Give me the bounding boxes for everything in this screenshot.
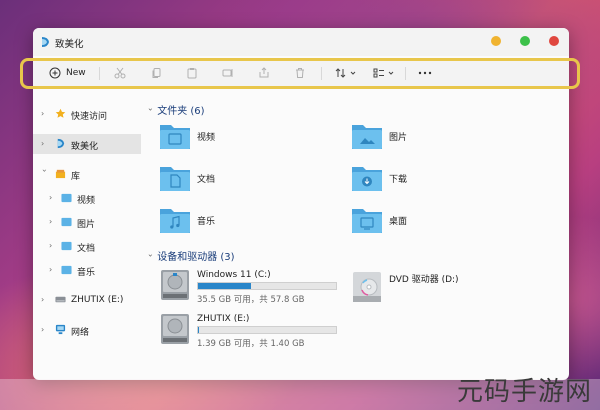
chevron-right-icon: ›	[49, 193, 53, 202]
chevron-right-icon: ›	[49, 217, 53, 226]
library-icon	[55, 169, 66, 179]
download-folder-icon	[352, 167, 382, 191]
hard-drive-icon	[161, 314, 189, 344]
minimize-button[interactable]	[491, 36, 501, 46]
chevron-right-icon: ›	[41, 325, 45, 334]
drive-item-dvd[interactable]: DVD 驱动器 (D:)	[351, 270, 551, 310]
sidebar-item-pictures[interactable]: › 图片	[33, 212, 141, 232]
drive-usage-bar	[197, 282, 337, 290]
chevron-down-icon: ›	[146, 253, 156, 258]
folder-item-music[interactable]: 音乐	[159, 205, 319, 241]
close-button[interactable]	[549, 36, 559, 46]
chevron-right-icon: ›	[49, 265, 53, 274]
drive-icon	[55, 296, 66, 303]
folder-label: 下载	[389, 175, 408, 185]
folder-item-desktop[interactable]: 桌面	[351, 205, 511, 241]
chevron-right-icon: ›	[41, 109, 45, 118]
window-title: 致美化	[55, 39, 84, 50]
navigation-pane: › 快速访问 › 致美化 › 库 › 视频 › 图片 › 文档 › 音乐 › Z…	[33, 90, 143, 380]
sidebar-label: 快速访问	[71, 112, 108, 122]
document-folder-icon	[160, 167, 190, 191]
desktop-folder-icon	[352, 209, 382, 233]
drive-space-info: 35.5 GB 可用，共 57.8 GB	[197, 295, 305, 305]
drive-name: ZHUTIX (E:)	[197, 314, 250, 324]
sidebar-label: 致美化	[71, 142, 99, 152]
folders-section-title: 文件夹 (6)	[157, 106, 205, 117]
chevron-right-icon: ›	[49, 241, 53, 250]
folder-label: 视频	[197, 133, 216, 143]
sidebar-label: 网络	[71, 328, 90, 338]
watermark-logo: 元码手游网	[456, 377, 592, 407]
sidebar-item-network[interactable]: › 网络	[33, 320, 141, 340]
sidebar-label: ZHUTIX (E:)	[71, 295, 124, 305]
drive-usage-fill	[198, 327, 199, 333]
maximize-button[interactable]	[520, 36, 530, 46]
watermark-overlay: 元码手游网	[0, 367, 600, 410]
chevron-down-icon: ›	[146, 107, 156, 112]
folder-icon	[61, 265, 72, 275]
folder-item-pictures[interactable]: 图片	[351, 121, 511, 157]
picture-folder-icon	[352, 125, 382, 149]
sidebar-label: 文档	[77, 244, 96, 254]
drive-usage-fill	[198, 283, 252, 289]
sidebar-item-music[interactable]: › 音乐	[33, 260, 141, 280]
video-folder-icon	[160, 125, 190, 149]
chevron-down-icon: ›	[40, 169, 49, 173]
content-pane: › 文件夹 (6) 视频 图片 文档 下载 音乐 桌面 › 设备和驱动器 (3)…	[145, 90, 569, 380]
folder-item-documents[interactable]: 文档	[159, 163, 319, 199]
app-icon	[42, 37, 49, 47]
command-bar-highlight	[20, 58, 580, 89]
chevron-right-icon: ›	[41, 295, 45, 304]
drives-section-header[interactable]: › 设备和驱动器 (3)	[146, 248, 235, 263]
window-controls	[491, 36, 559, 46]
folder-icon	[61, 241, 72, 251]
sidebar-item-zhutix-drive[interactable]: › ZHUTIX (E:)	[33, 290, 141, 310]
network-icon	[55, 324, 66, 335]
app-icon	[57, 138, 65, 149]
sidebar-label: 视频	[77, 196, 96, 206]
folder-icon	[61, 193, 72, 203]
sidebar-label: 图片	[77, 220, 96, 230]
title-bar: 致美化	[33, 28, 569, 56]
star-icon	[55, 108, 66, 118]
music-folder-icon	[160, 209, 190, 233]
sidebar-item-documents[interactable]: › 文档	[33, 236, 141, 256]
sidebar-label: 音乐	[77, 268, 96, 278]
folder-label: 图片	[389, 133, 408, 143]
drive-usage-bar	[197, 326, 337, 334]
sidebar-item-libraries[interactable]: › 库	[33, 164, 141, 184]
drive-name: Windows 11 (C:)	[197, 270, 271, 280]
folder-label: 音乐	[197, 217, 216, 227]
folder-icon	[61, 217, 72, 227]
sidebar-label: 库	[71, 172, 81, 182]
dvd-drive-icon	[353, 272, 381, 302]
drive-name: DVD 驱动器 (D:)	[389, 275, 459, 285]
hard-drive-icon	[161, 270, 189, 300]
drive-item-c[interactable]: Windows 11 (C:) 35.5 GB 可用，共 57.8 GB	[159, 268, 359, 308]
folder-label: 文档	[197, 175, 216, 185]
drive-item-e[interactable]: ZHUTIX (E:) 1.39 GB 可用，共 1.40 GB	[159, 312, 359, 352]
drives-section-title: 设备和驱动器 (3)	[157, 252, 235, 263]
folder-item-videos[interactable]: 视频	[159, 121, 319, 157]
sidebar-item-quick-access[interactable]: › 快速访问	[33, 104, 141, 124]
folder-label: 桌面	[389, 217, 408, 227]
sidebar-item-zhimeihua[interactable]: › 致美化	[33, 134, 141, 154]
folder-item-downloads[interactable]: 下载	[351, 163, 511, 199]
sidebar-item-videos[interactable]: › 视频	[33, 188, 141, 208]
chevron-right-icon: ›	[41, 139, 45, 148]
drive-space-info: 1.39 GB 可用，共 1.40 GB	[197, 339, 305, 349]
folders-section-header[interactable]: › 文件夹 (6)	[146, 102, 205, 117]
